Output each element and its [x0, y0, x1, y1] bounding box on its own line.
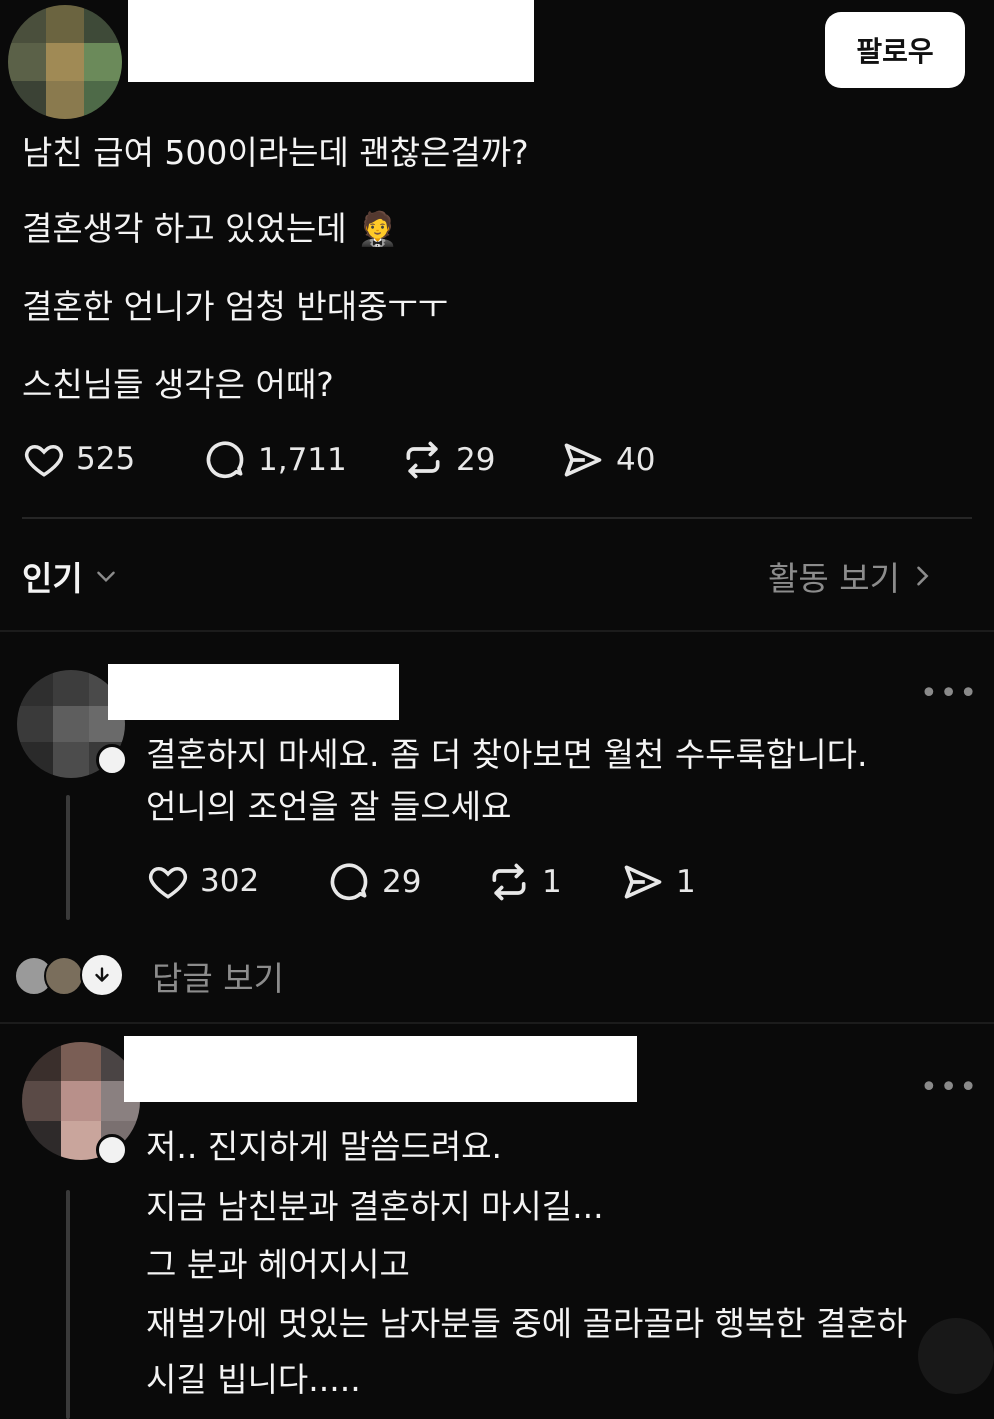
view-activity-label: 활동 보기 — [768, 559, 900, 598]
comment-text-line: 시길 빕니다..... — [146, 1360, 361, 1399]
post-text-line-3: 결혼한 언니가 엄청 반대중ㅜㅜ — [22, 287, 449, 326]
like-count: 302 — [200, 863, 260, 899]
more-options-button[interactable]: ••• — [920, 676, 979, 711]
comment-icon — [330, 863, 368, 901]
reply-button[interactable]: 1,711 — [202, 438, 347, 482]
comment-author-name-redacted — [124, 1036, 637, 1102]
like-button[interactable]: 302 — [146, 860, 259, 902]
reply-avatar — [44, 956, 84, 996]
post-text-line-4: 스친님들 생각은 어때? — [22, 365, 334, 404]
post-divider — [22, 517, 972, 519]
repost-button[interactable]: 1 — [486, 860, 562, 904]
heart-icon — [148, 866, 188, 899]
view-activity-link[interactable]: 활동 보기 — [768, 552, 936, 600]
chevron-down-icon — [96, 571, 115, 583]
share-count: 40 — [616, 442, 656, 478]
comment-text-line: 지금 남친분과 결혼하지 마시길... — [146, 1187, 604, 1226]
avatar-badge — [96, 744, 128, 776]
post-author-name-redacted — [128, 0, 534, 82]
comment-text-line: 저.. 진지하게 말씀드려요. — [146, 1127, 503, 1166]
post-text-line-2: 결혼생각 하고 있었는데 🤵 — [22, 209, 399, 248]
scroll-indicator — [918, 1318, 994, 1394]
repost-icon — [492, 863, 526, 901]
section-divider — [0, 1022, 994, 1024]
repost-count: 29 — [456, 442, 496, 478]
share-count: 1 — [676, 864, 696, 900]
section-divider — [0, 630, 994, 632]
arrow-down-icon — [80, 953, 124, 997]
repost-button[interactable]: 29 — [400, 438, 495, 482]
repost-count: 1 — [542, 864, 562, 900]
repost-icon — [406, 441, 440, 479]
post-text-line-1: 남친 급여 500이라는데 괜찮은걸까? — [22, 133, 529, 172]
comment-text-line: 언니의 조언을 잘 들으세요 — [146, 787, 512, 826]
reply-button[interactable]: 29 — [326, 860, 421, 904]
comment-text-line: 그 분과 헤어지시고 — [146, 1245, 410, 1284]
more-options-button[interactable]: ••• — [920, 1070, 979, 1105]
share-icon — [564, 443, 602, 477]
like-button[interactable]: 525 — [22, 438, 135, 480]
reply-count: 1,711 — [258, 442, 347, 478]
share-icon — [624, 865, 662, 899]
comment-icon — [206, 441, 244, 479]
sort-dropdown[interactable]: 인기 — [22, 552, 119, 600]
share-button[interactable]: 40 — [560, 438, 655, 482]
thread-line — [66, 1190, 70, 1419]
comment-author-name-redacted — [108, 664, 399, 720]
post-author-avatar[interactable] — [8, 5, 122, 119]
chevron-right-icon — [917, 566, 929, 586]
comment-text-line: 결혼하지 마세요. 좀 더 찾아보면 월천 수두룩합니다. — [146, 735, 868, 774]
comment-text-line: 재벌가에 멋있는 남자분들 중에 골라골라 행복한 결혼하 — [146, 1304, 908, 1343]
like-count: 525 — [76, 441, 136, 477]
view-replies-row[interactable]: 답글 보기 — [14, 950, 344, 998]
view-replies-label: 답글 보기 — [152, 959, 284, 998]
share-button[interactable]: 1 — [620, 860, 696, 904]
thread-line — [66, 795, 70, 920]
reply-count: 29 — [382, 864, 422, 900]
heart-icon — [24, 444, 64, 477]
avatar-badge — [96, 1134, 128, 1166]
follow-button[interactable]: 팔로우 — [825, 12, 965, 88]
sort-label: 인기 — [22, 559, 83, 598]
